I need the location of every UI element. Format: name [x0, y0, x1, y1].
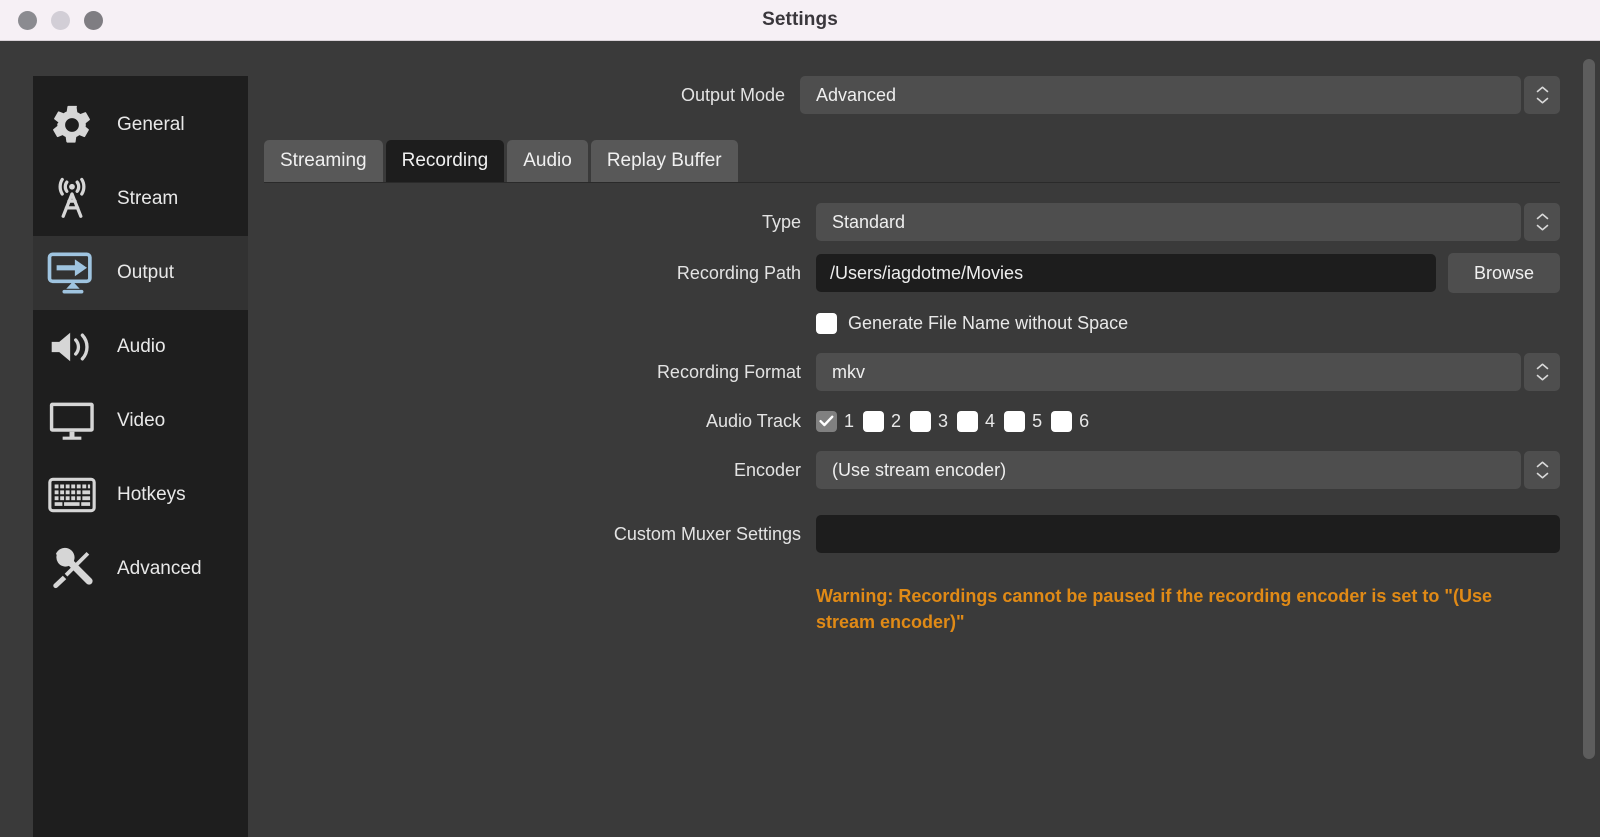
monitor-icon — [43, 397, 101, 445]
minimize-window-button[interactable] — [51, 10, 70, 30]
recording-format-label: Recording Format — [656, 361, 801, 382]
output-mode-row: Output Mode Advanced — [264, 76, 1560, 114]
sidebar-item-label: Audio — [117, 336, 166, 357]
audio-track-number: 4 — [985, 410, 996, 431]
audio-track-checkbox-1[interactable] — [816, 410, 837, 432]
audio-track-number: 2 — [891, 410, 902, 431]
sidebar-item-label: Stream — [117, 188, 179, 209]
recording-path-input[interactable]: /Users/iagdotme/Movies — [816, 254, 1436, 292]
custom-muxer-input[interactable] — [816, 515, 1560, 553]
generate-no-space-checkbox[interactable] — [816, 312, 837, 334]
generate-no-space-row: Generate File Name without Space — [264, 305, 1560, 341]
encoder-warning-text: Warning: Recordings cannot be paused if … — [816, 586, 1492, 633]
audio-track-row: Audio Track 1 2 3 4 5 6 — [264, 403, 1560, 439]
audio-track-item-3: 3 — [910, 410, 949, 432]
keyboard-icon — [43, 471, 101, 519]
encoder-select[interactable]: (Use stream encoder) — [816, 451, 1560, 489]
sidebar-left-gutter — [0, 41, 33, 837]
sidebar-item-advanced[interactable]: Advanced — [33, 532, 248, 606]
tab-audio[interactable]: Audio — [507, 140, 588, 182]
custom-muxer-label: Custom Muxer Settings — [613, 523, 801, 544]
recording-path-label: Recording Path — [676, 262, 801, 283]
gear-icon — [43, 101, 101, 149]
output-monitor-arrow-icon — [43, 249, 101, 297]
antenna-icon — [43, 175, 101, 223]
audio-track-checkbox-3[interactable] — [910, 410, 932, 432]
custom-muxer-row: Custom Muxer Settings — [264, 515, 1560, 553]
sidebar-item-label: Advanced — [117, 558, 202, 579]
chevron-up-down-icon[interactable] — [1524, 76, 1560, 114]
audio-track-number: 1 — [844, 410, 855, 431]
audio-track-number: 5 — [1032, 410, 1043, 431]
maximize-window-button[interactable] — [84, 10, 103, 30]
sidebar-item-label: Output — [117, 262, 175, 283]
encoder-row: Encoder (Use stream encoder) — [264, 451, 1560, 489]
type-row: Type Standard — [264, 203, 1560, 241]
tab-replay-buffer[interactable]: Replay Buffer — [590, 140, 738, 182]
recording-path-row: Recording Path /Users/iagdotme/Movies Br… — [264, 253, 1560, 293]
encoder-value: (Use stream encoder) — [816, 451, 1521, 489]
browse-button[interactable]: Browse — [1447, 253, 1560, 293]
audio-track-item-2: 2 — [863, 410, 902, 432]
speaker-icon — [43, 323, 101, 371]
audio-track-checkbox-2[interactable] — [863, 410, 885, 432]
recording-format-select[interactable]: mkv — [816, 353, 1560, 391]
vertical-scrollbar[interactable] — [1582, 41, 1596, 837]
audio-track-item-1: 1 — [816, 410, 855, 432]
tab-streaming[interactable]: Streaming — [264, 140, 383, 182]
window-title: Settings — [762, 9, 838, 30]
sidebar-item-label: Video — [117, 410, 166, 431]
settings-sidebar: General Stream Output Audio Video Hotkey… — [33, 76, 248, 837]
recording-format-row: Recording Format mkv — [264, 353, 1560, 391]
type-label: Type — [761, 211, 801, 232]
audio-track-checkbox-5[interactable] — [1004, 410, 1026, 432]
sidebar-item-video[interactable]: Video — [33, 384, 248, 458]
chevron-up-down-icon[interactable] — [1524, 203, 1560, 241]
encoder-label: Encoder — [733, 459, 801, 480]
traffic-light-group — [18, 10, 103, 30]
generate-no-space-label: Generate File Name without Space — [848, 312, 1129, 333]
sidebar-item-hotkeys[interactable]: Hotkeys — [33, 458, 248, 532]
sidebar-item-label: Hotkeys — [117, 484, 186, 505]
close-window-button[interactable] — [18, 10, 37, 30]
settings-main-panel: Output Mode Advanced Streaming Recording… — [248, 76, 1600, 837]
sidebar-item-stream[interactable]: Stream — [33, 162, 248, 236]
wrench-screwdriver-icon — [43, 545, 101, 593]
tab-recording[interactable]: Recording — [385, 140, 505, 182]
audio-track-number: 6 — [1079, 410, 1090, 431]
sidebar-item-label: General — [117, 114, 185, 135]
audio-track-label: Audio Track — [705, 410, 801, 431]
output-tabbar: Streaming Recording Audio Replay Buffer — [264, 140, 1560, 183]
sidebar-item-general[interactable]: General — [33, 88, 248, 162]
output-mode-label: Output Mode — [680, 84, 785, 105]
audio-track-checkbox-6[interactable] — [1051, 410, 1073, 432]
audio-track-number: 3 — [938, 410, 949, 431]
scrollbar-thumb[interactable] — [1583, 59, 1595, 759]
audio-track-checkbox-4[interactable] — [957, 410, 979, 432]
audio-track-item-4: 4 — [957, 410, 996, 432]
window-body: General Stream Output Audio Video Hotkey… — [0, 41, 1600, 837]
window-titlebar: Settings — [0, 0, 1600, 41]
output-mode-select[interactable]: Advanced — [800, 76, 1560, 114]
type-select[interactable]: Standard — [816, 203, 1560, 241]
recording-format-value: mkv — [816, 353, 1521, 391]
chevron-up-down-icon[interactable] — [1524, 451, 1560, 489]
audio-track-item-6: 6 — [1051, 410, 1090, 432]
sidebar-item-audio[interactable]: Audio — [33, 310, 248, 384]
audio-track-item-5: 5 — [1004, 410, 1043, 432]
audio-track-group: 1 2 3 4 5 6 — [816, 410, 1090, 432]
output-mode-value: Advanced — [800, 76, 1521, 114]
chevron-up-down-icon[interactable] — [1524, 353, 1560, 391]
type-value: Standard — [816, 203, 1521, 241]
sidebar-item-output[interactable]: Output — [33, 236, 248, 310]
